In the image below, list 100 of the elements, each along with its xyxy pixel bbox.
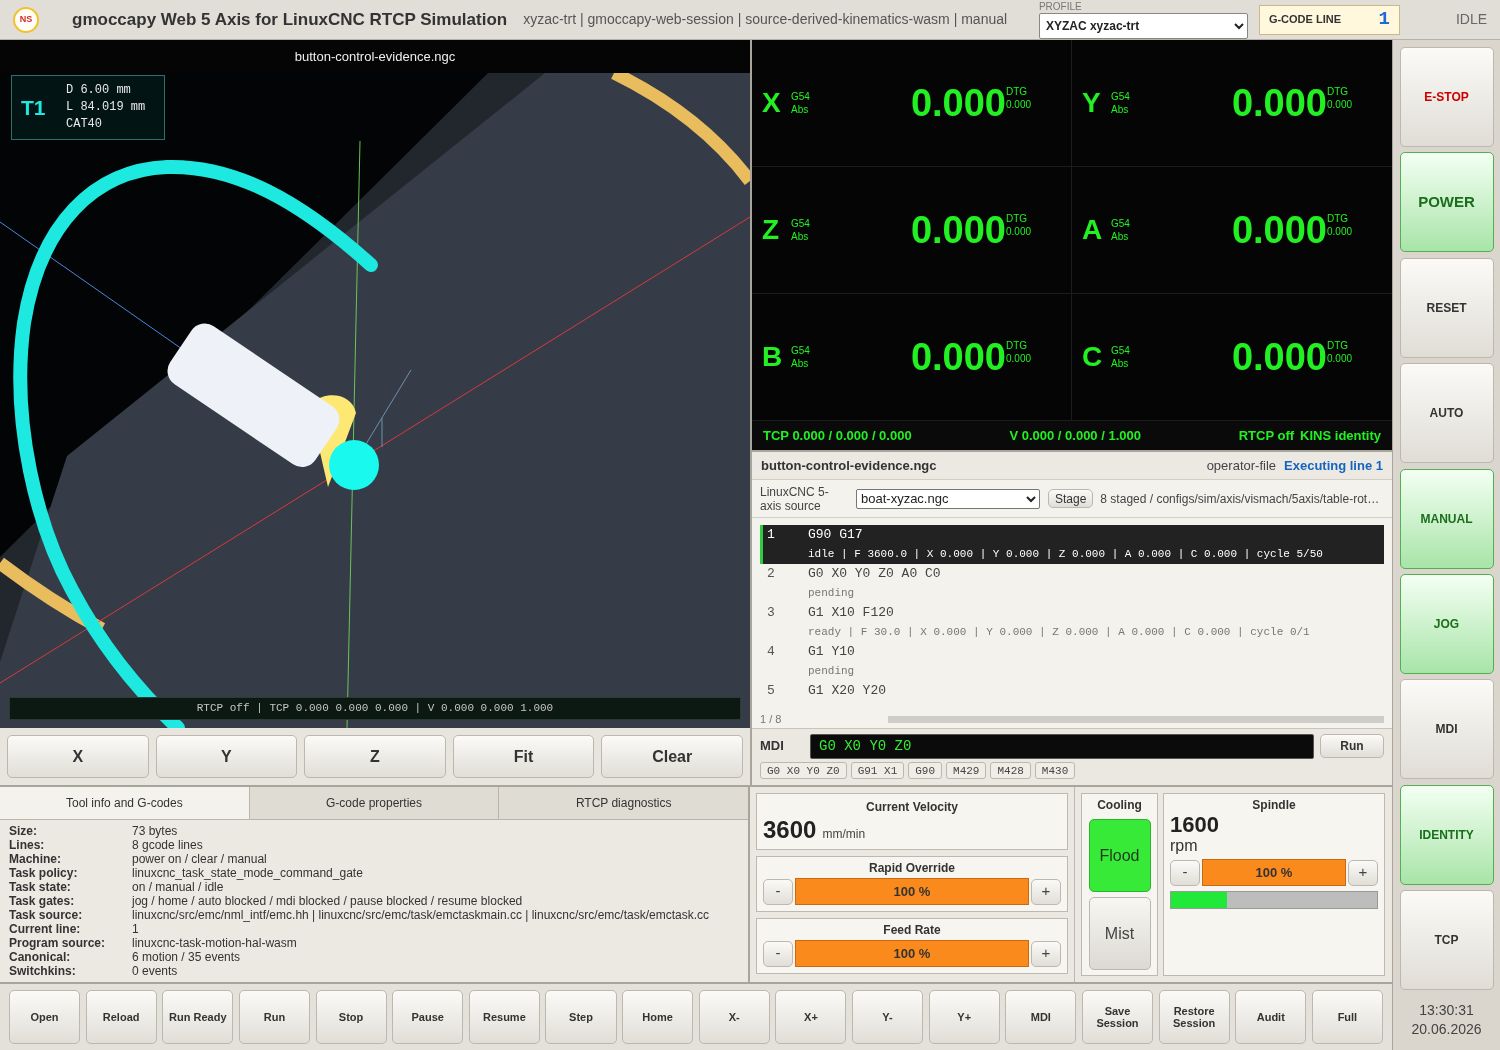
toolbar-button[interactable]: Y+: [928, 990, 1000, 1044]
horizontal-scrollbar[interactable]: [888, 715, 1384, 723]
increase-button[interactable]: +: [1031, 878, 1061, 905]
toolbar-button[interactable]: Open: [9, 990, 81, 1044]
info-value: 73 bytes: [132, 824, 179, 838]
toolbar-button[interactable]: Restore Session: [1158, 990, 1230, 1044]
view-button[interactable]: Y: [155, 735, 298, 778]
mdi-history-chip[interactable]: M428: [990, 762, 1031, 779]
gcode-text: G1 X20 Y20: [808, 682, 886, 701]
gcode-text: G0 X0 Y0 Z0 A0 C0: [808, 565, 941, 584]
line-status: pending: [808, 664, 855, 680]
info-label: Task gates:: [9, 894, 76, 908]
program-line[interactable]: 4 G1 Y10 pending: [760, 642, 1384, 681]
app-subtitle: xyzac-trt | gmoccapy-web-session | source-derived-kinematics-wasm | manual: [523, 10, 1008, 29]
program-line[interactable]: 5 G1 X20 Y20: [760, 681, 1384, 701]
mode-button[interactable]: JOG: [1399, 573, 1494, 674]
source-select[interactable]: boat-xyzac.ngc: [856, 488, 1040, 509]
line-status: pending: [808, 586, 855, 602]
mode-button[interactable]: MDI: [1399, 679, 1494, 780]
toolbar-button[interactable]: Stop: [315, 990, 387, 1044]
toolbar-button[interactable]: MDI: [1005, 990, 1077, 1044]
decrease-button[interactable]: -: [1170, 859, 1200, 886]
mdi-input[interactable]: G0 X0 Y0 Z0: [810, 733, 1314, 759]
axis-mode: Abs: [1111, 357, 1130, 370]
toolbar-button[interactable]: Full: [1311, 990, 1383, 1044]
program-filename: button-control-evidence.ngc: [761, 456, 937, 475]
profile-select[interactable]: XYZAC xyzac-trt: [1038, 13, 1248, 39]
view-button[interactable]: Z: [304, 735, 446, 778]
toolbar-button[interactable]: X-: [698, 990, 770, 1044]
rtcp-status: RTCP off: [1238, 426, 1295, 445]
decrease-button[interactable]: -: [763, 878, 793, 905]
command-button[interactable]: RESET: [1399, 257, 1494, 358]
toolbar-button[interactable]: Pause: [392, 990, 464, 1044]
axis-offset: G54: [1111, 217, 1130, 230]
info-label: Size:: [9, 824, 38, 838]
toolbar-button[interactable]: X+: [775, 990, 847, 1044]
info-label: Task source:: [9, 908, 84, 922]
program-line[interactable]: 3 G1 X10 F120 ready | F 30.0 | X 0.000 | Y 0.000 | Z 0.000 | A 0.000 | C 0.000 | cycle 0/1: [760, 603, 1384, 642]
tool-number: T1: [21, 94, 47, 121]
axis-letter: X: [762, 86, 782, 120]
velocity-value: 3600: [763, 815, 817, 845]
toolbar-button[interactable]: Home: [622, 990, 694, 1044]
toolbar-button[interactable]: Run Ready: [162, 990, 234, 1044]
dtg-label: DTG: [1327, 212, 1350, 224]
mdi-run-button[interactable]: Run: [1320, 734, 1384, 758]
info-label: Switchkins:: [9, 964, 77, 978]
power-button[interactable]: POWER: [1399, 152, 1494, 253]
mdi-history-chip[interactable]: M429: [946, 762, 987, 779]
coolant-toggle[interactable]: Flood: [1088, 819, 1151, 892]
mdi-history-chip[interactable]: G91 X1: [850, 762, 905, 779]
mode-button[interactable]: AUTO: [1399, 363, 1494, 464]
program-line[interactable]: 2 G0 X0 Y0 Z0 A0 C0 pending: [760, 564, 1384, 603]
axis-letter: Z: [762, 213, 781, 247]
override-value: 100 %: [795, 940, 1029, 967]
emergency-stop-button[interactable]: E-STOP: [1399, 47, 1494, 147]
status-readout: RTCP off | TCP 0.000 0.000 0.000 | V 0.000 0.000 1.000: [9, 697, 741, 720]
toolbar-button[interactable]: Reload: [85, 990, 157, 1044]
info-label: Canonical:: [9, 950, 72, 964]
info-value: linuxcnc_task_state_mode_command_gate: [132, 866, 364, 880]
velocity-unit: mm/min: [822, 826, 866, 843]
cooling-title: Cooling: [1097, 797, 1142, 813]
info-value: 8 gcode lines: [132, 838, 204, 852]
decrease-button[interactable]: -: [763, 940, 793, 967]
mode-button[interactable]: IDENTITY: [1399, 784, 1494, 885]
axis-offset: G54: [791, 344, 810, 357]
line-number: 1: [766, 526, 776, 545]
gcode-text: G90 G17: [808, 526, 863, 545]
axis-mode: Abs: [1111, 103, 1130, 116]
info-tab[interactable]: RTCP diagnostics: [498, 787, 748, 819]
clock-date: 20.06.2026: [1411, 1020, 1482, 1040]
toolbar-button[interactable]: Audit: [1235, 990, 1307, 1044]
mode-button[interactable]: TCP: [1399, 890, 1494, 991]
stage-button[interactable]: Stage: [1048, 489, 1094, 508]
override-title: Rapid Override: [868, 860, 956, 876]
mdi-label: MDI: [760, 737, 785, 756]
info-value: 1: [132, 922, 140, 936]
dtg-label: DTG: [1006, 212, 1029, 224]
view-button[interactable]: Clear: [601, 735, 743, 778]
source-label: LinuxCNC 5-axis source: [760, 484, 830, 513]
axis-value: 0.000: [910, 338, 1006, 376]
toolbar-button[interactable]: Run: [238, 990, 310, 1044]
mdi-history-chip[interactable]: M430: [1034, 762, 1076, 779]
toolbar-button[interactable]: Resume: [468, 990, 540, 1044]
gcode-line-label: G-CODE LINE: [1268, 12, 1341, 28]
info-value: power on / clear / manual: [132, 852, 268, 866]
increase-button[interactable]: +: [1348, 859, 1378, 886]
toolbar-button[interactable]: Y-: [852, 990, 924, 1044]
mode-button[interactable]: MANUAL: [1399, 468, 1494, 569]
axis-mode: Abs: [791, 357, 810, 370]
view-button[interactable]: X: [7, 735, 149, 778]
toolbar-button[interactable]: Step: [545, 990, 617, 1044]
toolbar-button[interactable]: Save Session: [1081, 990, 1153, 1044]
mdi-history-chip[interactable]: G0 X0 Y0 Z0: [760, 762, 847, 779]
mdi-history-chip[interactable]: G90: [908, 762, 943, 779]
info-tab[interactable]: G-code properties: [248, 787, 499, 819]
view-button[interactable]: Fit: [452, 735, 595, 778]
info-tab[interactable]: Tool info and G-codes: [0, 787, 249, 819]
increase-button[interactable]: +: [1031, 940, 1061, 967]
coolant-toggle[interactable]: Mist: [1088, 897, 1151, 970]
override-value: 100 %: [795, 878, 1029, 905]
